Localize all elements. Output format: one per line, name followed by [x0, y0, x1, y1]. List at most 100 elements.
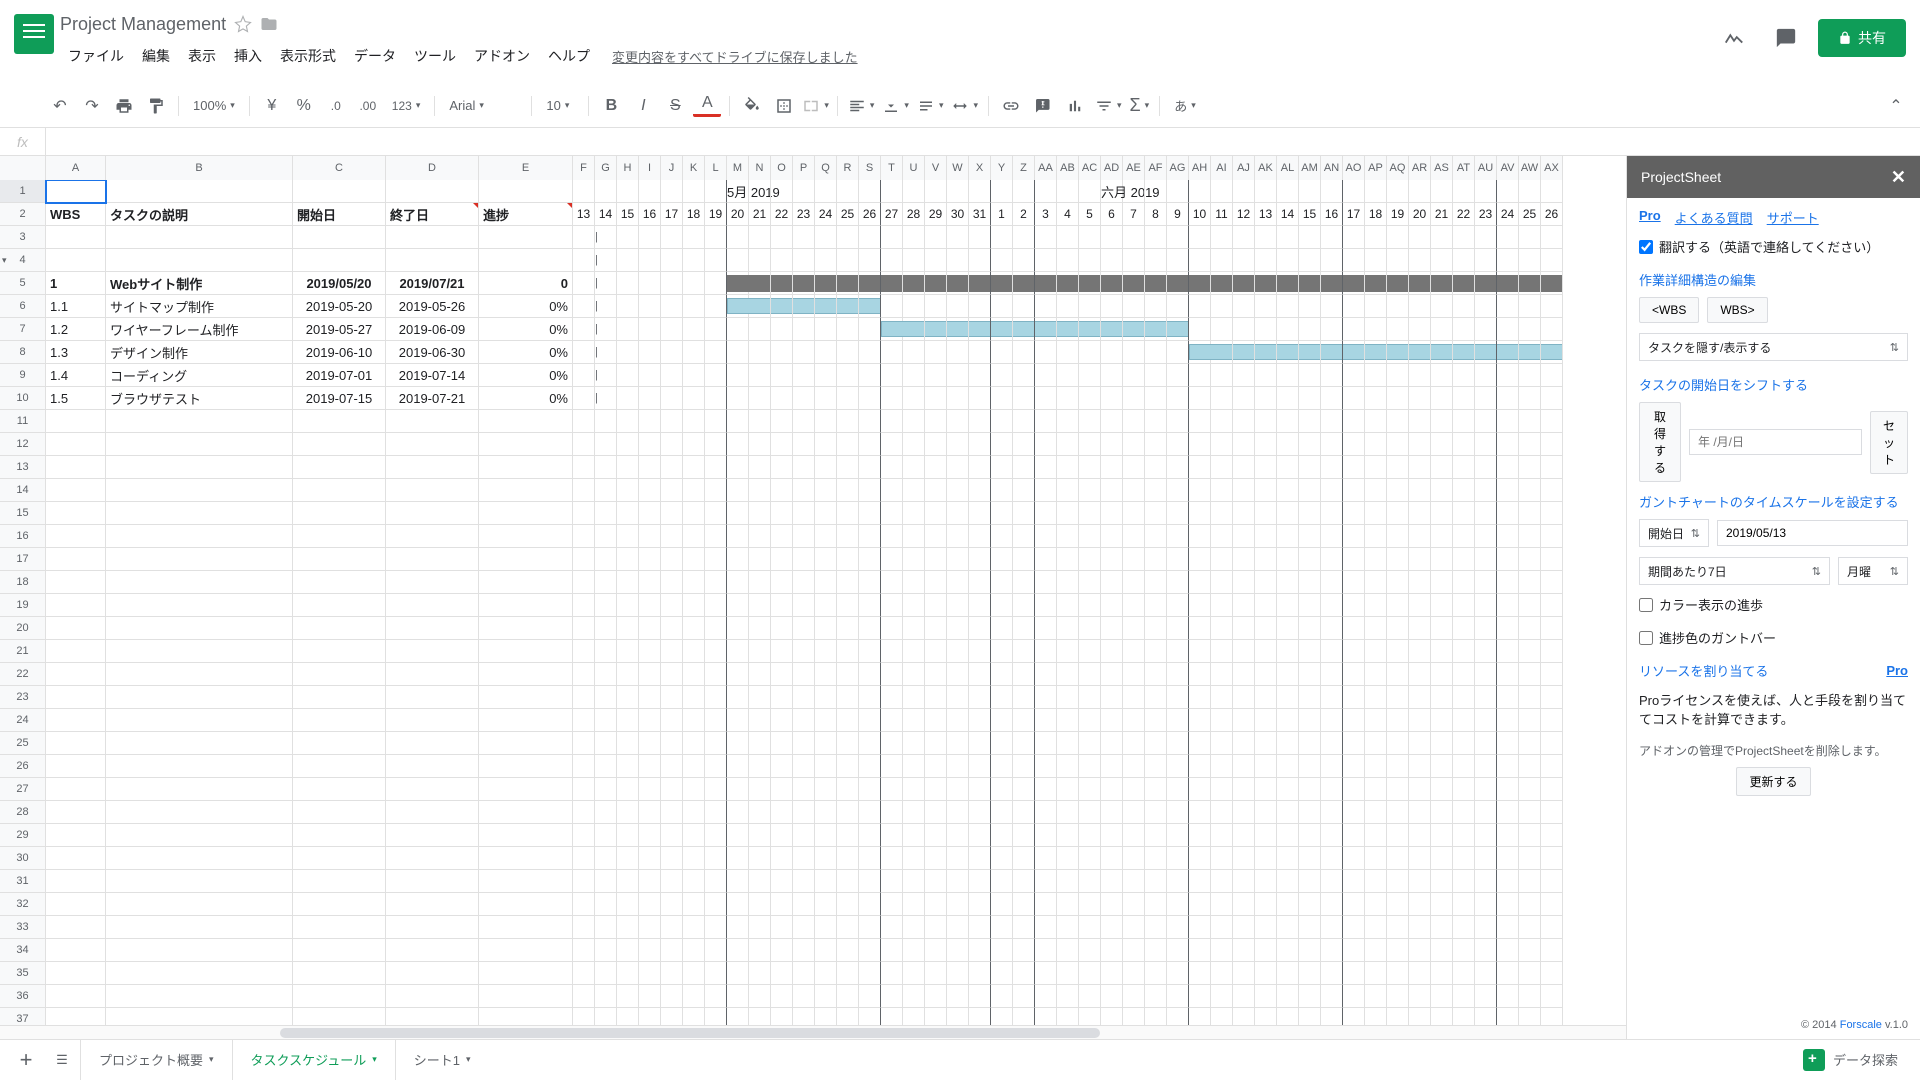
gantt-cell-r15-d24[interactable] [1101, 502, 1123, 525]
gantt-cell-r34-d35[interactable] [1343, 939, 1365, 962]
gantt-cell-r17-d6[interactable] [705, 548, 727, 571]
gantt-cell-r24-d11[interactable] [815, 709, 837, 732]
gantt-cell-r35-d21[interactable] [1035, 962, 1057, 985]
gantt-cell-r29-d39[interactable] [1431, 824, 1453, 847]
cell-B22[interactable] [106, 663, 293, 686]
gantt-cell-r16-d39[interactable] [1431, 525, 1453, 548]
gantt-cell-r25-d3[interactable] [639, 732, 661, 755]
gantt-cell-r15-d31[interactable] [1255, 502, 1277, 525]
gantt-cell-r16-d37[interactable] [1387, 525, 1409, 548]
gantt-cell-r2-d15[interactable]: 28 [903, 203, 925, 226]
row-header-24[interactable]: 24 [0, 709, 46, 732]
col-header-Z[interactable]: Z [1013, 156, 1035, 180]
cell-E8[interactable]: 0% [479, 341, 573, 364]
gantt-cell-r35-d28[interactable] [1189, 962, 1211, 985]
gantt-cell-r27-d13[interactable] [859, 778, 881, 801]
gantt-cell-r34-d23[interactable] [1079, 939, 1101, 962]
gantt-cell-r13-d33[interactable] [1299, 456, 1321, 479]
gantt-cell-r9-d31[interactable] [1255, 364, 1277, 387]
row-header-19[interactable]: 19 [0, 594, 46, 617]
bold-icon[interactable]: B [597, 92, 625, 120]
gantt-cell-r28-d16[interactable] [925, 801, 947, 824]
gantt-cell-r5-d17[interactable] [947, 272, 969, 295]
gantt-cell-r35-d25[interactable] [1123, 962, 1145, 985]
cell-D7[interactable]: 2019-06-09 [386, 318, 479, 341]
gantt-cell-r18-d20[interactable] [1013, 571, 1035, 594]
cell-B30[interactable] [106, 847, 293, 870]
gantt-cell-r26-d10[interactable] [793, 755, 815, 778]
gantt-cell-r9-d7[interactable] [727, 364, 749, 387]
col-header-AC[interactable]: AC [1079, 156, 1101, 180]
row-header-18[interactable]: 18 [0, 571, 46, 594]
gantt-cell-r7-d10[interactable] [793, 318, 815, 341]
gantt-cell-r15-d29[interactable] [1211, 502, 1233, 525]
gantt-cell-r7-d43[interactable] [1519, 318, 1541, 341]
gantt-cell-r7-d42[interactable] [1497, 318, 1519, 341]
gantt-cell-r35-d5[interactable] [683, 962, 705, 985]
gantt-cell-r14-d36[interactable] [1365, 479, 1387, 502]
row-header-26[interactable]: 26 [0, 755, 46, 778]
gantt-cell-r30-d38[interactable] [1409, 847, 1431, 870]
wrap-select[interactable] [915, 93, 946, 119]
gantt-cell-r9-d20[interactable] [1013, 364, 1035, 387]
gantt-cell-r9-d22[interactable] [1057, 364, 1079, 387]
translate-checkbox[interactable] [1639, 240, 1653, 254]
gantt-cell-r30-d43[interactable] [1519, 847, 1541, 870]
gantt-cell-r21-d41[interactable] [1475, 640, 1497, 663]
gantt-cell-r18-d2[interactable] [617, 571, 639, 594]
gantt-cell-r23-d7[interactable] [727, 686, 749, 709]
gantt-cell-r37-d2[interactable] [617, 1008, 639, 1025]
gantt-cell-r20-d38[interactable] [1409, 617, 1431, 640]
gantt-cell-r22-d33[interactable] [1299, 663, 1321, 686]
gantt-cell-r32-d23[interactable] [1079, 893, 1101, 916]
gantt-cell-r35-d37[interactable] [1387, 962, 1409, 985]
cell-C32[interactable] [293, 893, 386, 916]
cell-B13[interactable] [106, 456, 293, 479]
gantt-cell-r4-d42[interactable] [1497, 249, 1519, 272]
cell-D33[interactable] [386, 916, 479, 939]
gantt-cell-r30-d15[interactable] [903, 847, 925, 870]
gantt-cell-r16-d33[interactable] [1299, 525, 1321, 548]
gantt-cell-r2-d44[interactable]: 26 [1541, 203, 1563, 226]
gantt-cell-r13-d24[interactable] [1101, 456, 1123, 479]
gantt-cell-r19-d44[interactable] [1541, 594, 1563, 617]
gantt-cell-r18-d23[interactable] [1079, 571, 1101, 594]
gantt-cell-r20-d26[interactable] [1145, 617, 1167, 640]
row-header-25[interactable]: 25 [0, 732, 46, 755]
gantt-cell-r27-d5[interactable] [683, 778, 705, 801]
gantt-cell-r9-d5[interactable] [683, 364, 705, 387]
gantt-cell-r3-d28[interactable] [1189, 226, 1211, 249]
gantt-cell-r4-d25[interactable] [1123, 249, 1145, 272]
gantt-cell-r25-d13[interactable] [859, 732, 881, 755]
gantt-cell-r31-d16[interactable] [925, 870, 947, 893]
gantt-cell-r8-d34[interactable] [1321, 341, 1343, 364]
gantt-cell-r27-d34[interactable] [1321, 778, 1343, 801]
gantt-cell-r15-d22[interactable] [1057, 502, 1079, 525]
gantt-cell-r36-d8[interactable] [749, 985, 771, 1008]
gantt-cell-r19-d0[interactable] [573, 594, 595, 617]
cell-C31[interactable] [293, 870, 386, 893]
gantt-cell-r25-d5[interactable] [683, 732, 705, 755]
gantt-cell-r23-d1[interactable] [595, 686, 617, 709]
gantt-cell-r4-d27[interactable] [1167, 249, 1189, 272]
gantt-cell-r29-d36[interactable] [1365, 824, 1387, 847]
text-color-icon[interactable]: A [693, 95, 721, 117]
gantt-cell-r31-d19[interactable] [991, 870, 1013, 893]
gantt-cell-r3-d14[interactable] [881, 226, 903, 249]
gantt-cell-r31-d23[interactable] [1079, 870, 1101, 893]
gantt-cell-r7-d17[interactable] [947, 318, 969, 341]
gantt-cell-r5-d33[interactable] [1299, 272, 1321, 295]
gantt-cell-r7-d23[interactable] [1079, 318, 1101, 341]
gantt-cell-r37-d43[interactable] [1519, 1008, 1541, 1025]
sheets-logo-icon[interactable] [14, 14, 54, 54]
gantt-cell-r3-d36[interactable] [1365, 226, 1387, 249]
gantt-cell-r1-d33[interactable] [1299, 180, 1321, 203]
gantt-cell-r8-d8[interactable] [749, 341, 771, 364]
gantt-cell-r12-d36[interactable] [1365, 433, 1387, 456]
gantt-cell-r29-d17[interactable] [947, 824, 969, 847]
gantt-cell-r8-d18[interactable] [969, 341, 991, 364]
gantt-cell-r3-d13[interactable] [859, 226, 881, 249]
gantt-cell-r17-d7[interactable] [727, 548, 749, 571]
gantt-cell-r13-d35[interactable] [1343, 456, 1365, 479]
gantt-cell-r12-d43[interactable] [1519, 433, 1541, 456]
